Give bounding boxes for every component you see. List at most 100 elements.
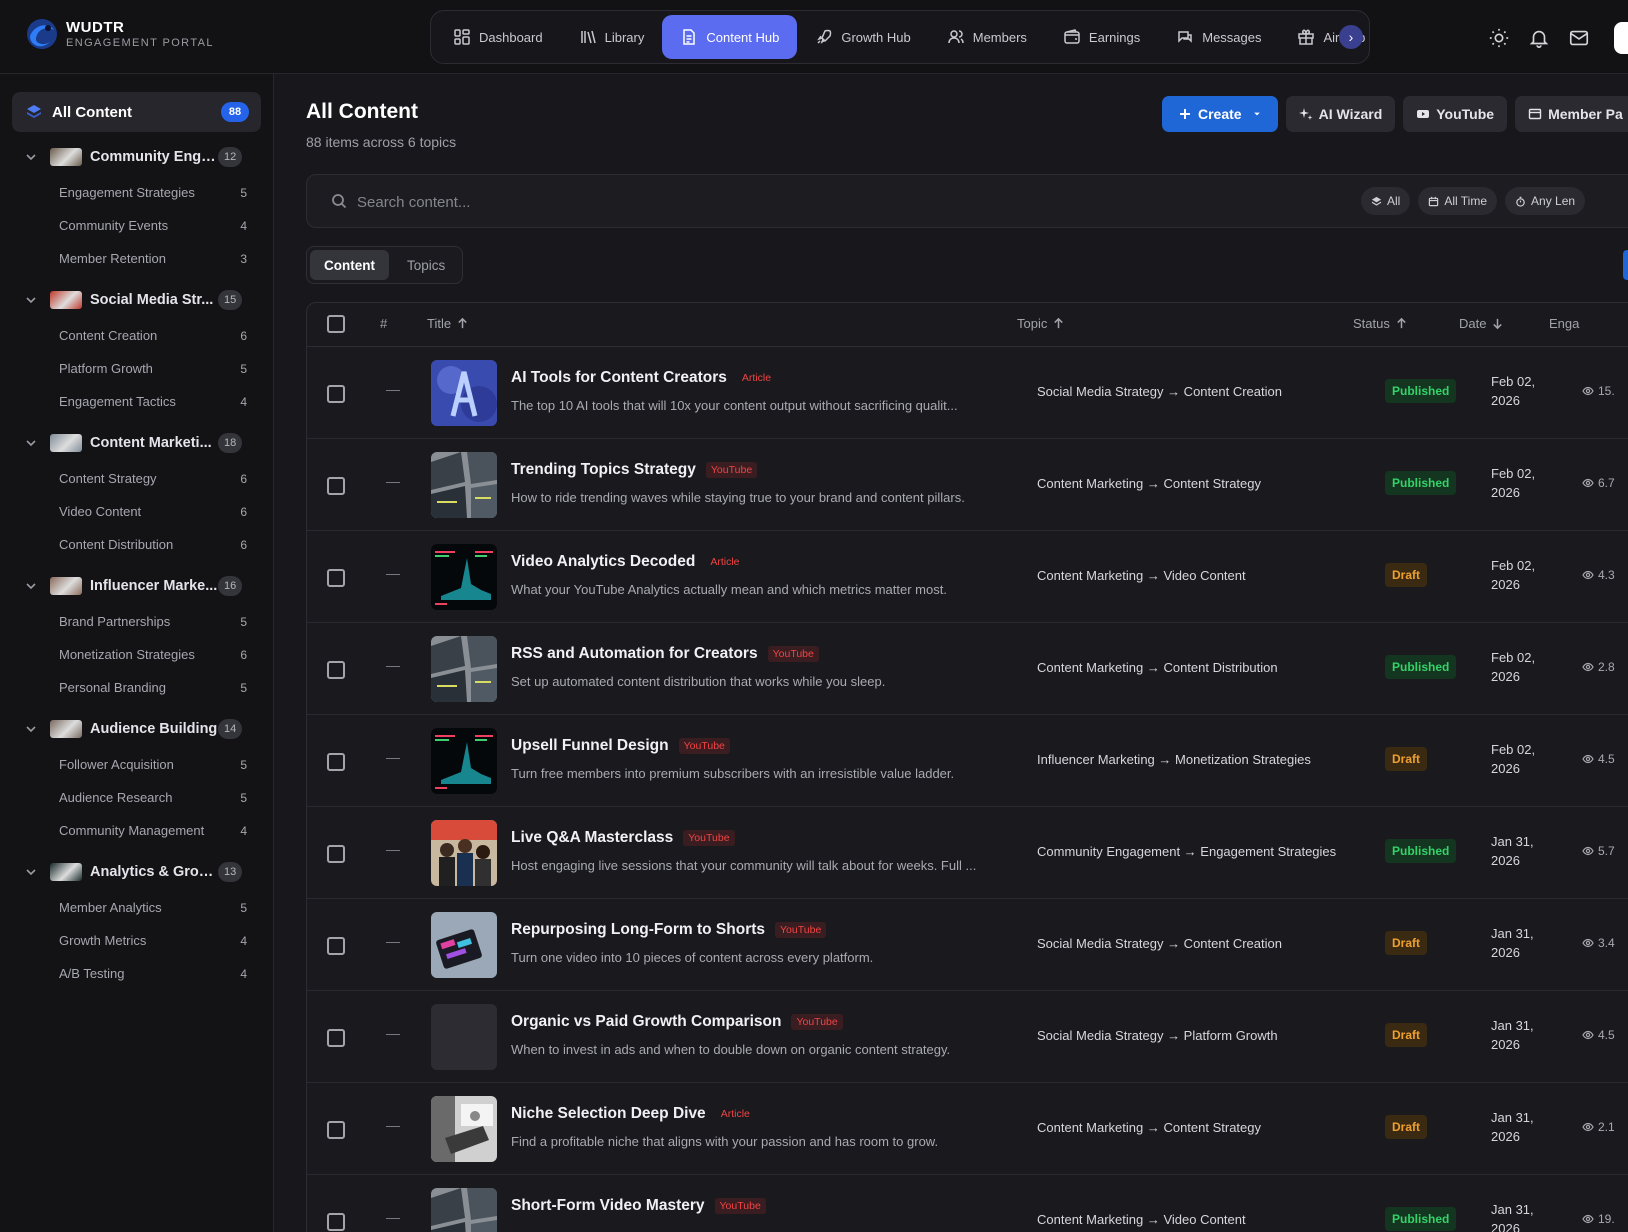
row-title[interactable]: Trending Topics Strategy (511, 461, 696, 479)
content-type-tag: YouTube (767, 646, 819, 662)
nav-messages[interactable]: Messages (1158, 15, 1279, 59)
sidebar-subtopic-count: 5 (240, 757, 247, 772)
table-row[interactable]: — AI Tools for Content Creators Article The… (307, 347, 1628, 439)
row-checkbox[interactable] (327, 753, 345, 771)
row-title[interactable]: Video Analytics Decoded (511, 553, 695, 571)
sidebar-subtopic[interactable]: Personal Branding 5 (12, 671, 261, 704)
chevron-down-icon[interactable] (24, 722, 38, 736)
row-checkbox[interactable] (327, 845, 345, 863)
table-row[interactable]: — RSS and Automation for Creators YouTube S… (307, 623, 1628, 715)
search-input[interactable] (357, 189, 1057, 215)
avatar[interactable] (1614, 22, 1628, 54)
sidebar-subtopic[interactable]: Brand Partnerships 5 (12, 605, 261, 638)
row-checkbox[interactable] (327, 937, 345, 955)
row-title[interactable]: Repurposing Long-Form to Shorts (511, 921, 765, 939)
row-title[interactable]: Organic vs Paid Growth Comparison (511, 1013, 781, 1031)
row-title[interactable]: Short-Form Video Mastery (511, 1197, 705, 1215)
nav-library[interactable]: Library (561, 15, 663, 59)
table-row[interactable]: — Organic vs Paid Growth Comparison YouTub… (307, 991, 1628, 1083)
view-toggle-button[interactable] (1623, 250, 1628, 280)
sidebar-subtopic[interactable]: Content Strategy 6 (12, 462, 261, 495)
filter-time-chip[interactable]: All Time (1418, 187, 1498, 215)
sidebar-group-header[interactable]: Content Marketi... 18 (12, 424, 261, 462)
column-status[interactable]: Status (1353, 316, 1408, 331)
chevron-down-icon[interactable] (24, 436, 38, 450)
sidebar-subtopic[interactable]: Member Retention 3 (12, 242, 261, 275)
column-title[interactable]: Title (427, 316, 469, 331)
row-checkbox[interactable] (327, 569, 345, 587)
chevron-down-icon[interactable] (24, 293, 38, 307)
create-button[interactable]: Create (1162, 96, 1278, 132)
row-title[interactable]: RSS and Automation for Creators (511, 645, 758, 663)
row-title[interactable]: Live Q&A Masterclass (511, 829, 673, 847)
table-row[interactable]: — Repurposing Long-Form to Shorts YouTube T… (307, 899, 1628, 991)
column-date[interactable]: Date (1459, 316, 1504, 331)
row-title[interactable]: Niche Selection Deep Dive (511, 1105, 706, 1123)
brand[interactable]: WUDTR ENGAGEMENT PORTAL (26, 18, 214, 50)
table-row[interactable]: — Live Q&A Masterclass YouTube Host engagin… (307, 807, 1628, 899)
sidebar-subtopic[interactable]: Growth Metrics 4 (12, 924, 261, 957)
sidebar-subtopic-count: 4 (240, 933, 247, 948)
nav-members[interactable]: Members (929, 15, 1045, 59)
sidebar-subtopic[interactable]: Monetization Strategies 6 (12, 638, 261, 671)
tab-content[interactable]: Content (310, 250, 389, 280)
ai-wizard-button[interactable]: AI Wizard (1285, 96, 1396, 132)
nav-more-button[interactable]: › (1339, 25, 1363, 49)
nav-dashboard[interactable]: Dashboard (435, 15, 561, 59)
mail-icon[interactable] (1568, 27, 1590, 49)
member-page-button[interactable]: Member Pa (1515, 96, 1628, 132)
row-checkbox[interactable] (327, 477, 345, 495)
sidebar-subtopic[interactable]: Member Analytics 5 (12, 891, 261, 924)
chevron-down-icon[interactable] (24, 150, 38, 164)
sidebar-subtopic[interactable]: Community Management 4 (12, 814, 261, 847)
tab-topics[interactable]: Topics (393, 250, 459, 280)
sidebar-subtopic-label: Follower Acquisition (59, 757, 174, 772)
row-checkbox[interactable] (327, 1029, 345, 1047)
table-row[interactable]: — Short-Form Video Mastery YouTube Content … (307, 1175, 1628, 1232)
row-engagement: 3.4 (1582, 936, 1615, 950)
sun-icon[interactable] (1488, 27, 1510, 49)
row-checkbox[interactable] (327, 385, 345, 403)
sidebar-subtopic[interactable]: Video Content 6 (12, 495, 261, 528)
sidebar-subtopic[interactable]: Engagement Strategies 5 (12, 176, 261, 209)
row-number: — (386, 565, 400, 581)
column-engagement[interactable]: Enga (1549, 316, 1579, 331)
sidebar-subtopic[interactable]: Content Distribution 6 (12, 528, 261, 561)
sidebar-group-header[interactable]: Audience Building 14 (12, 710, 261, 748)
column-topic[interactable]: Topic (1017, 316, 1065, 331)
sidebar-subtopic[interactable]: Follower Acquisition 5 (12, 748, 261, 781)
chevron-down-icon[interactable] (24, 579, 38, 593)
sidebar-subtopic[interactable]: Platform Growth 5 (12, 352, 261, 385)
row-title[interactable]: Upsell Funnel Design (511, 737, 669, 755)
table-row[interactable]: — Niche Selection Deep Dive Article Find a … (307, 1083, 1628, 1175)
filter-length-chip[interactable]: Any Len (1505, 187, 1586, 215)
filter-type-chip[interactable]: All (1361, 187, 1411, 215)
sidebar-subtopic[interactable]: Content Creation 6 (12, 319, 261, 352)
nav-growth-hub[interactable]: Growth Hub (797, 15, 928, 59)
sidebar-subtopic[interactable]: Community Events 4 (12, 209, 261, 242)
row-checkbox[interactable] (327, 1213, 345, 1231)
sidebar-group-header[interactable]: Influencer Marke... 16 (12, 567, 261, 605)
youtube-button[interactable]: YouTube (1403, 96, 1508, 132)
sidebar-subtopic[interactable]: Audience Research 5 (12, 781, 261, 814)
select-all-checkbox[interactable] (327, 315, 345, 333)
sidebar-group-header[interactable]: Social Media Str... 15 (12, 281, 261, 319)
bell-icon[interactable] (1528, 27, 1550, 49)
chevron-down-icon[interactable] (24, 865, 38, 879)
row-checkbox[interactable] (327, 661, 345, 679)
sidebar-group-title: Community Enga... (90, 149, 218, 165)
row-checkbox[interactable] (327, 1121, 345, 1139)
sidebar-subtopic[interactable]: A/B Testing 4 (12, 957, 261, 990)
sidebar-subtopic[interactable]: Engagement Tactics 4 (12, 385, 261, 418)
table-row[interactable]: — Video Analytics Decoded Article What your… (307, 531, 1628, 623)
sidebar-group-header[interactable]: Community Enga... 12 (12, 138, 261, 176)
table-row[interactable]: — Trending Topics Strategy YouTube How to r… (307, 439, 1628, 531)
sidebar-group-header[interactable]: Analytics & Grow... 13 (12, 853, 261, 891)
table-row[interactable]: — Upsell Funnel Design YouTube Turn free me… (307, 715, 1628, 807)
eye-icon (1582, 938, 1594, 948)
nav-earnings[interactable]: Earnings (1045, 15, 1158, 59)
sidebar-all-content[interactable]: All Content 88 (12, 92, 261, 132)
nav-content-hub[interactable]: Content Hub (662, 15, 798, 59)
sidebar-group-count: 18 (218, 433, 243, 453)
row-title[interactable]: AI Tools for Content Creators (511, 369, 727, 387)
